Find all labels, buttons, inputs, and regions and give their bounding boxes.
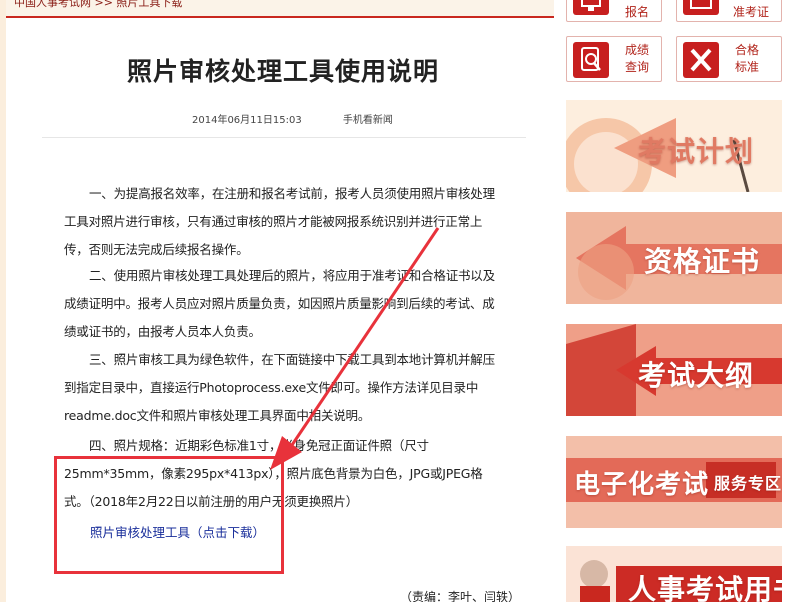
pass-standard-label: 合格 标准 <box>725 42 769 76</box>
banner-exam-books-label: 人事考试用书 <box>628 573 782 602</box>
score-query-label-line1: 成绩 <box>624 43 649 57</box>
banner-electronic-exam[interactable]: 电子化考试 服务专区 <box>566 436 782 528</box>
banner-service-zone-label: 服务专区 <box>714 474 782 493</box>
banner-syllabus-label: 考试大纲 <box>638 359 755 392</box>
banner-exam-plan[interactable]: 考试计划 <box>566 100 782 192</box>
banner-qualification-label: 资格证书 <box>644 245 761 278</box>
pass-standard-label-line1: 合格 <box>734 43 759 57</box>
search-icon <box>573 42 609 78</box>
pencil-ruler-icon <box>683 42 719 78</box>
score-query-button[interactable]: 成绩 查询 <box>566 36 662 82</box>
pass-standard-button[interactable]: 合格 标准 <box>676 36 782 82</box>
register-label: 报名 <box>624 5 649 19</box>
admission-ticket-button[interactable]: 准考证 <box>676 0 782 22</box>
score-query-label-line2: 查询 <box>624 60 649 74</box>
monitor-icon <box>573 0 609 15</box>
score-query-label: 成绩 查询 <box>615 42 659 76</box>
banner-qualification[interactable]: 资格证书 <box>566 212 782 304</box>
banner-electronic-exam-label: 电子化考试 <box>574 470 710 500</box>
printer-icon <box>683 0 719 15</box>
sidebar: 报名 准考证 成绩 查询 合格 标准 考试计划 资格证书 考试大纲 电子化考试 … <box>554 0 794 602</box>
register-button[interactable]: 报名 <box>566 0 662 22</box>
admission-ticket-label: 准考证 <box>732 5 769 19</box>
banner-exam-plan-label: 考试计划 <box>638 135 755 168</box>
banner-syllabus[interactable]: 考试大纲 <box>566 324 782 416</box>
banner-exam-books[interactable]: 人事考试用书 <box>566 546 782 602</box>
highlight-box <box>54 456 284 574</box>
pass-standard-label-line2: 标准 <box>734 60 759 74</box>
